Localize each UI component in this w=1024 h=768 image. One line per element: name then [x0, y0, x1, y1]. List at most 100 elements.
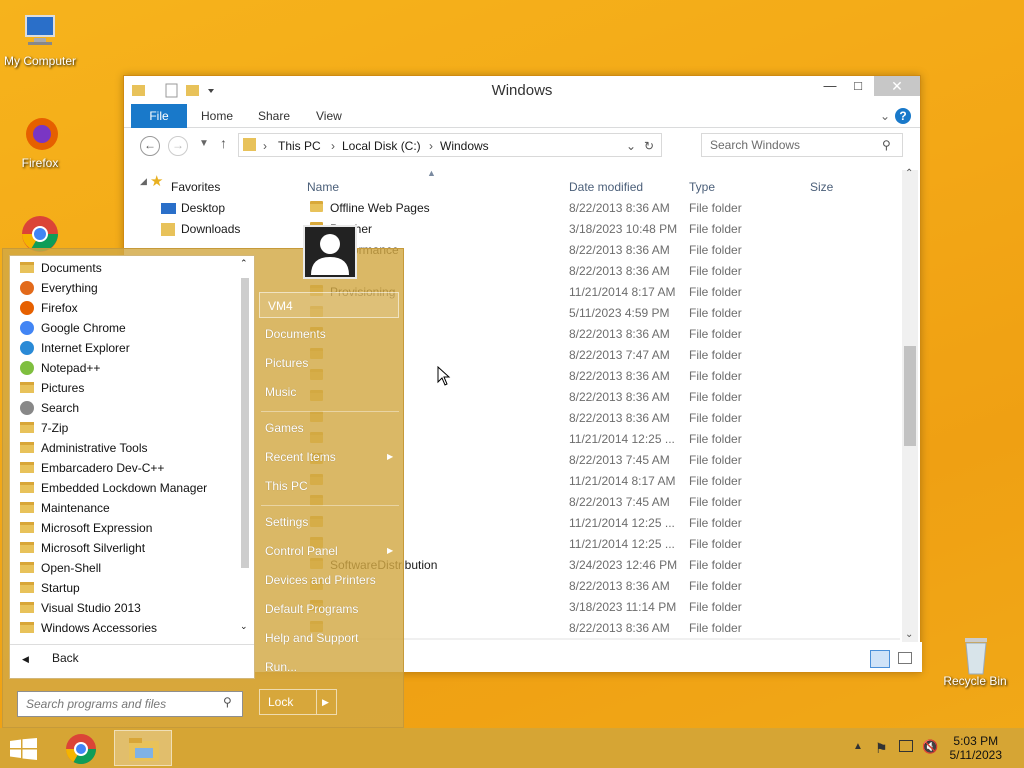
table-row[interactable]: Offline Web Pages 8/22/2013 8:36 AM File f…: [302, 197, 900, 218]
breadcrumb-local-disk[interactable]: Local Disk (C:): [342, 139, 421, 153]
scroll-up-icon[interactable]: ⌃: [240, 258, 248, 269]
program-item[interactable]: Internet Explorer: [16, 338, 236, 358]
programs-pane: Documents Everything Firefox Google Chrome I…: [9, 255, 255, 679]
details-view-icon[interactable]: [870, 650, 890, 668]
program-item[interactable]: Maintenance: [16, 498, 236, 518]
start-link[interactable]: Devices and Printers: [265, 573, 376, 587]
program-item[interactable]: Startup: [16, 578, 236, 598]
program-item[interactable]: Search: [16, 398, 236, 418]
taskbar-chrome[interactable]: [64, 732, 98, 766]
collapse-arrow-icon[interactable]: ◢: [140, 176, 147, 187]
start-link[interactable]: Run...: [265, 660, 297, 674]
start-link[interactable]: Control Panel: [265, 544, 338, 558]
desktop-icon-recycle-bin[interactable]: Recycle Bin: [935, 632, 1015, 688]
start-link[interactable]: Recent Items: [265, 450, 336, 464]
nav-downloads[interactable]: Downloads: [181, 222, 240, 236]
table-row[interactable]: Panther3/18/2023 10:48 PMFile folder: [302, 218, 900, 239]
nav-desktop[interactable]: Desktop: [181, 201, 225, 215]
folder-icon: [20, 522, 34, 533]
program-item[interactable]: Windows Accessories: [16, 618, 236, 638]
column-header-date[interactable]: Date modified: [569, 180, 643, 194]
taskbar: ▲ ⚑ 🔇 5:03 PM 5/11/2023: [0, 728, 1024, 768]
start-link[interactable]: Pictures: [265, 356, 308, 370]
scroll-thumb[interactable]: [904, 346, 916, 446]
large-icons-view-icon[interactable]: [898, 652, 912, 664]
vertical-scrollbar[interactable]: ⌃ ⌄: [902, 168, 918, 642]
start-button[interactable]: [10, 738, 38, 763]
network-icon[interactable]: [899, 740, 913, 752]
maximize-button[interactable]: □: [844, 76, 872, 96]
scroll-down-icon[interactable]: ⌄: [240, 621, 248, 632]
program-item[interactable]: Visual Studio 2013: [16, 598, 236, 618]
help-icon[interactable]: ?: [895, 108, 911, 124]
user-name-button[interactable]: VM4: [259, 292, 399, 318]
program-item[interactable]: Everything: [16, 278, 236, 298]
volume-muted-icon[interactable]: 🔇: [922, 739, 938, 755]
program-item[interactable]: 7-Zip: [16, 418, 236, 438]
column-header-name[interactable]: Name: [307, 180, 339, 194]
file-type: File folder: [689, 432, 742, 446]
back-arrow-icon[interactable]: ←: [140, 136, 160, 156]
start-link[interactable]: Default Programs: [265, 602, 358, 616]
recent-locations-icon[interactable]: ▼: [199, 138, 209, 149]
program-item[interactable]: Pictures: [16, 378, 236, 398]
lock-button[interactable]: Lock ▶: [259, 689, 337, 715]
user-avatar[interactable]: [303, 225, 357, 279]
refresh-icon[interactable]: ↻: [644, 139, 654, 153]
breadcrumb-separator-icon: ›: [429, 139, 433, 153]
start-link[interactable]: Settings: [265, 515, 308, 529]
file-type: File folder: [689, 306, 742, 320]
scroll-thumb[interactable]: [241, 278, 249, 568]
ribbon-expand-icon[interactable]: ⌄: [880, 104, 890, 128]
scroll-down-icon[interactable]: ⌄: [905, 629, 913, 640]
forward-arrow-icon[interactable]: →: [168, 136, 188, 156]
address-dropdown-icon[interactable]: ⌄: [626, 139, 636, 153]
program-item[interactable]: Embedded Lockdown Manager: [16, 478, 236, 498]
title-bar[interactable]: Windows — □ ✕: [124, 76, 920, 104]
tab-view[interactable]: View: [316, 104, 342, 128]
sort-arrow-icon: ▲: [427, 170, 436, 178]
file-date: 11/21/2014 8:17 AM: [569, 474, 676, 488]
breadcrumb-windows[interactable]: Windows: [440, 139, 489, 153]
desktop-icon-firefox[interactable]: Firefox: [0, 114, 80, 170]
nav-favorites[interactable]: Favorites: [171, 180, 220, 194]
action-center-flag-icon[interactable]: ⚑: [875, 740, 888, 757]
program-item[interactable]: Notepad++: [16, 358, 236, 378]
start-link[interactable]: Documents: [265, 327, 326, 341]
start-link[interactable]: This PC: [265, 479, 308, 493]
tab-file[interactable]: File: [131, 104, 187, 128]
desktop-icon-my-computer[interactable]: My Computer: [0, 12, 80, 68]
search-programs-input[interactable]: Search programs and files: [17, 691, 243, 717]
lock-options-arrow-icon[interactable]: ▶: [322, 690, 329, 714]
program-item[interactable]: Google Chrome: [16, 318, 236, 338]
address-bar[interactable]: › This PC › Local Disk (C:) › Windows ⌄ …: [238, 133, 662, 157]
search-input[interactable]: Search Windows: [701, 133, 903, 157]
file-date: 8/22/2013 8:36 AM: [569, 579, 670, 593]
up-arrow-icon[interactable]: ↑: [220, 135, 227, 151]
start-link[interactable]: Games: [265, 421, 304, 435]
program-item[interactable]: Administrative Tools: [16, 438, 236, 458]
program-item[interactable]: Microsoft Expression: [16, 518, 236, 538]
file-date: 8/22/2013 8:36 AM: [569, 264, 670, 278]
start-link[interactable]: Music: [265, 385, 296, 399]
tab-home[interactable]: Home: [201, 104, 233, 128]
program-item[interactable]: Embarcadero Dev-C++: [16, 458, 236, 478]
show-hidden-icons-icon[interactable]: ▲: [853, 741, 863, 752]
program-item[interactable]: Open-Shell: [16, 558, 236, 578]
submenu-arrow-icon: ▶: [387, 546, 394, 555]
start-link[interactable]: Help and Support: [265, 631, 358, 645]
clock[interactable]: 5:03 PM 5/11/2023: [950, 734, 1003, 762]
program-item[interactable]: Documents: [16, 258, 236, 278]
programs-scrollbar[interactable]: ⌃ ⌄: [238, 258, 252, 632]
minimize-button[interactable]: —: [816, 76, 844, 96]
taskbar-file-explorer[interactable]: [114, 730, 172, 766]
program-item[interactable]: Microsoft Silverlight: [16, 538, 236, 558]
program-icon: [20, 321, 34, 335]
tab-share[interactable]: Share: [258, 104, 290, 128]
close-button[interactable]: ✕: [874, 76, 920, 96]
program-item[interactable]: Firefox: [16, 298, 236, 318]
scroll-up-icon[interactable]: ⌃: [905, 168, 913, 179]
column-header-size[interactable]: Size: [810, 180, 833, 194]
breadcrumb-this-pc[interactable]: This PC: [278, 139, 321, 153]
column-header-type[interactable]: Type: [689, 180, 715, 194]
